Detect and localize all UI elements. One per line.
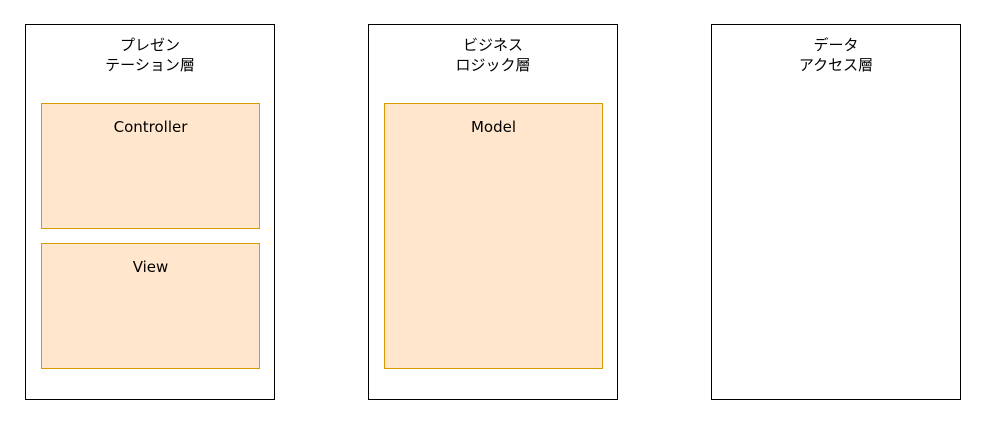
- view-label: View: [132, 258, 169, 276]
- layer-title-line: データ: [813, 36, 859, 54]
- layer-title-line: ビジネス: [462, 36, 523, 54]
- layer-title-line: ロジック層: [455, 56, 531, 74]
- layer-title-line: アクセス層: [798, 56, 874, 74]
- model-component: Model: [384, 103, 603, 369]
- business-logic-layer-title: ビジネス ロジック層: [369, 35, 617, 75]
- model-label: Model: [470, 118, 517, 136]
- presentation-layer-title: プレゼン テーション層: [26, 35, 274, 75]
- layer-title-line: テーション層: [105, 56, 195, 74]
- data-access-layer-title: データ アクセス層: [712, 35, 960, 75]
- controller-component: Controller: [41, 103, 260, 229]
- presentation-layer-box: プレゼン テーション層 Controller View: [25, 24, 275, 400]
- controller-label: Controller: [113, 118, 188, 136]
- business-logic-layer-box: ビジネス ロジック層 Model: [368, 24, 618, 400]
- layer-title-line: プレゼン: [119, 36, 180, 54]
- data-access-layer-box: データ アクセス層: [711, 24, 961, 400]
- view-component: View: [41, 243, 260, 369]
